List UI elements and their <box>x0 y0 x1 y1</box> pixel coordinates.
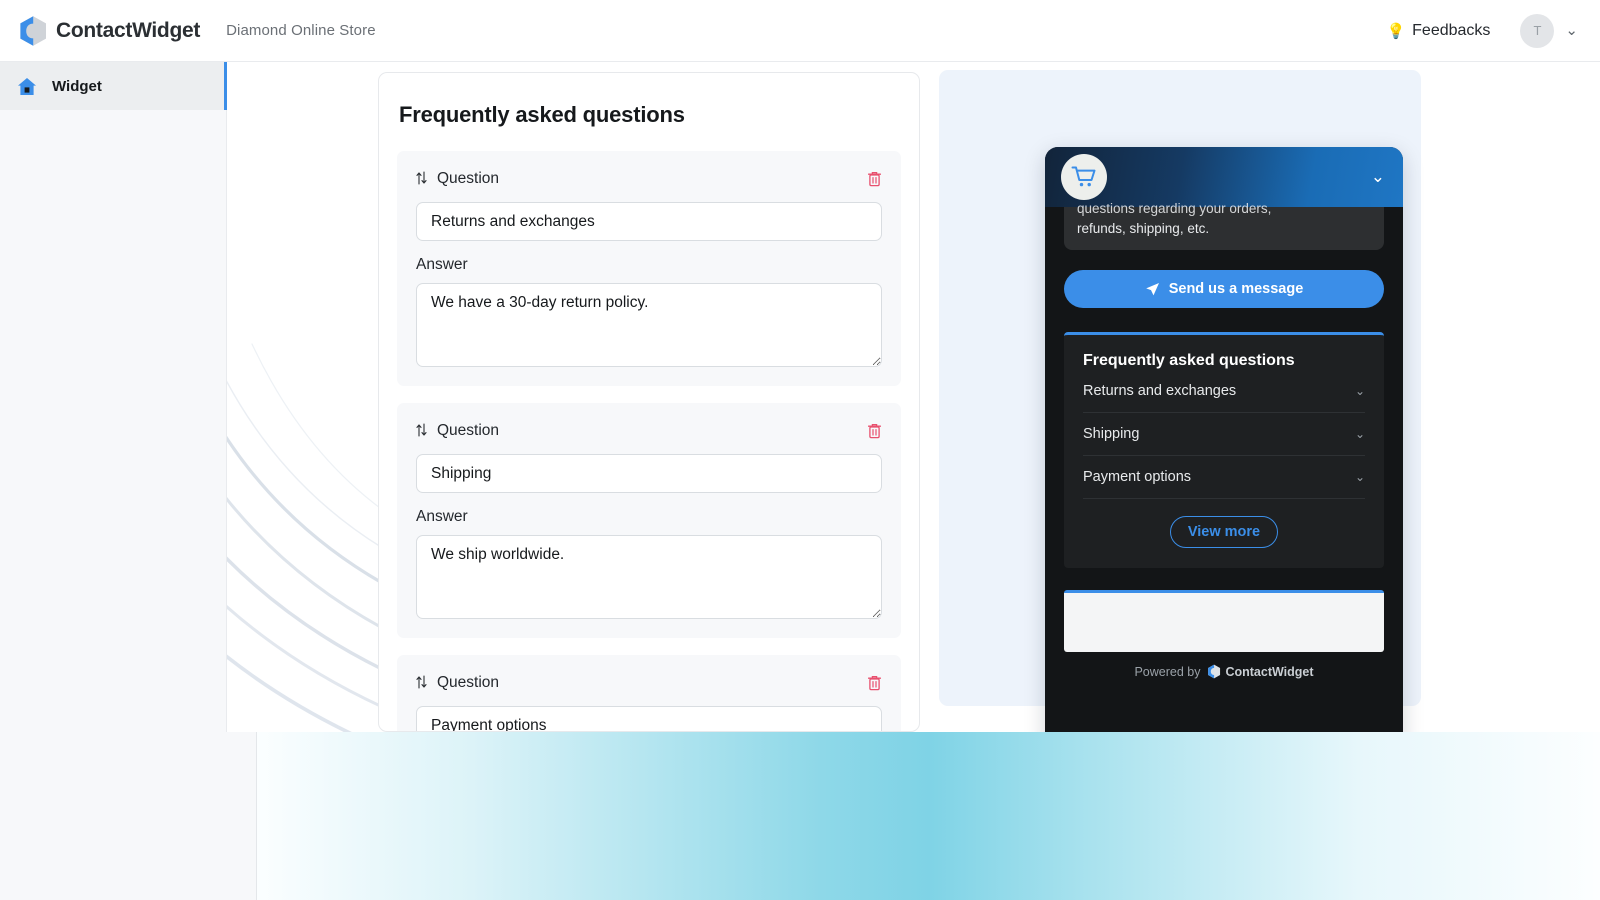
shopping-cart-icon <box>1061 154 1107 200</box>
question-label: Question <box>437 422 500 439</box>
brand-logo[interactable]: ContactWidget <box>18 15 200 47</box>
powered-by-brand: ContactWidget <box>1225 664 1314 679</box>
bottom-left-filler <box>0 732 257 900</box>
sort-updown-icon[interactable] <box>416 171 432 187</box>
avatar-initial: T <box>1533 23 1542 38</box>
widget-faq-row[interactable]: Shipping ⌄ <box>1083 413 1365 457</box>
answer-textarea[interactable] <box>416 535 882 619</box>
sidebar-item-label: Widget <box>52 77 102 95</box>
faq-item: Question Answer <box>397 151 901 386</box>
chat-widget: ⌄ questions regarding your orders, refun… <box>1045 147 1403 732</box>
widget-welcome-bubble: questions regarding your orders, refunds… <box>1064 193 1384 251</box>
widget-faq-title: Frequently asked questions <box>1083 352 1295 370</box>
faq-item: Question <box>397 655 901 731</box>
answer-label: Answer <box>416 256 468 273</box>
answer-textarea[interactable] <box>416 283 882 367</box>
faq-item-header: Question <box>416 672 882 694</box>
bottom-divider <box>256 732 257 900</box>
widget-faq-row[interactable]: Payment options ⌄ <box>1083 456 1365 500</box>
question-input[interactable] <box>416 202 882 241</box>
widget-bottom-card <box>1064 590 1384 653</box>
widget-body: questions regarding your orders, refunds… <box>1045 193 1403 679</box>
header-actions: 💡 Feedbacks T ⌄ <box>1386 13 1578 48</box>
question-input[interactable] <box>416 454 882 493</box>
sidebar-active-indicator <box>224 62 227 110</box>
view-more-button[interactable]: View more <box>1169 516 1279 549</box>
page-title: Frequently asked questions <box>399 102 685 127</box>
top-header: ContactWidget Diamond Online Store 💡 Fee… <box>0 0 1600 62</box>
answer-label: Answer <box>416 508 468 525</box>
faq-item-header: Question <box>416 168 882 190</box>
avatar[interactable]: T <box>1520 13 1555 48</box>
lightbulb-icon: 💡 <box>1386 22 1406 40</box>
widget-faq-row-label: Payment options <box>1083 469 1192 486</box>
faq-editor-card: Frequently asked questions Question Retu… <box>378 72 920 732</box>
sidebar: Widget <box>0 62 227 732</box>
widget-faq-row[interactable]: Returns and exchanges ⌄ <box>1083 370 1365 414</box>
contactwidget-logo-icon <box>18 15 48 47</box>
feedbacks-button[interactable]: 💡 Feedbacks <box>1386 22 1490 40</box>
chevron-down-icon[interactable]: ⌄ <box>1565 23 1578 38</box>
widget-preview-panel: ⌄ questions regarding your orders, refun… <box>939 70 1421 732</box>
sort-updown-icon[interactable] <box>416 423 432 439</box>
welcome-line-1: questions regarding your orders, <box>1077 201 1272 216</box>
welcome-line-2: refunds, shipping, etc. <box>1077 220 1210 236</box>
send-button-label: Send us a message <box>1168 281 1304 298</box>
bottom-gradient-band <box>257 732 1600 900</box>
trash-icon[interactable] <box>867 423 882 439</box>
sidebar-item-widget[interactable]: Widget <box>0 62 227 110</box>
chevron-down-icon[interactable]: ⌄ <box>1355 428 1365 440</box>
paper-plane-icon <box>1145 282 1160 297</box>
chevron-down-icon[interactable]: ⌄ <box>1355 385 1365 397</box>
home-icon <box>14 77 40 96</box>
widget-faq-row-label: Returns and exchanges <box>1083 383 1237 400</box>
content-area: Frequently asked questions Question Retu… <box>227 62 1600 732</box>
widget-collapse-button[interactable]: ⌄ <box>1371 168 1385 185</box>
store-name: Diamond Online Store <box>226 22 376 39</box>
contactwidget-logo-icon <box>1207 664 1221 679</box>
trash-icon[interactable] <box>867 675 882 691</box>
powered-by-label: Powered by <box>1134 664 1201 679</box>
sort-updown-icon[interactable] <box>416 675 432 691</box>
powered-by: Powered by ContactWidget <box>1064 664 1384 679</box>
send-us-a-message-button[interactable]: Send us a message <box>1064 270 1384 309</box>
faq-item: Question Answer <box>397 403 901 638</box>
brand-name: ContactWidget <box>56 18 201 42</box>
faq-list: Question Answer <box>397 151 901 731</box>
feedbacks-label: Feedbacks <box>1412 21 1491 39</box>
question-label: Question <box>437 674 500 691</box>
chevron-down-icon[interactable]: ⌄ <box>1355 471 1365 483</box>
question-input[interactable] <box>416 706 882 731</box>
widget-faq-card: Frequently asked questions Returns and e… <box>1064 332 1384 569</box>
faq-item-header: Question <box>416 420 882 442</box>
widget-faq-row-label: Shipping <box>1083 426 1140 443</box>
widget-header: ⌄ <box>1045 147 1403 207</box>
question-label: Question <box>437 170 500 187</box>
trash-icon[interactable] <box>867 171 882 187</box>
